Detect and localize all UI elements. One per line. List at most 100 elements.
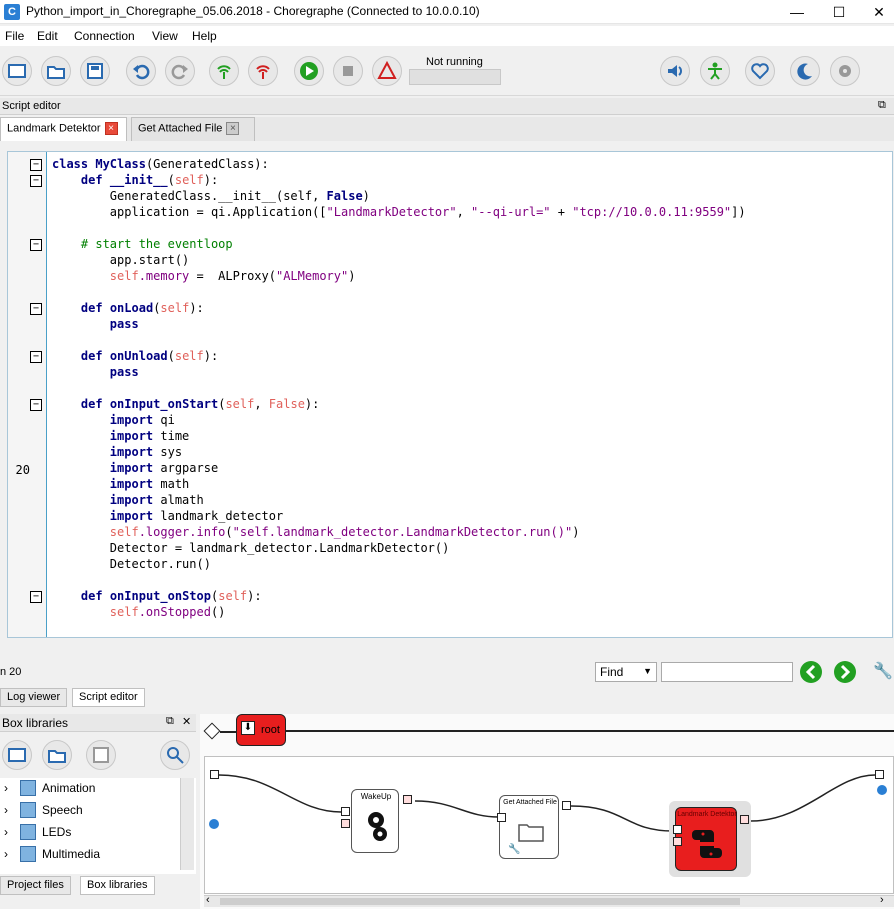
landmark-output-port[interactable] [740,815,749,824]
find-previous-button[interactable] [800,661,822,683]
code-line: import time [109,429,190,443]
box-label: WakeUp [360,792,392,801]
undock-icon[interactable]: ⧉ [878,99,886,112]
fold-toggle[interactable]: − [30,239,42,251]
volume-icon[interactable] [660,56,690,86]
code-line: self.memory = ALProxy("ALMemory") [109,269,356,283]
find-next-button[interactable] [834,661,856,683]
chevron-right-icon[interactable]: › [880,894,884,906]
tab-box-libraries[interactable]: Box libraries [80,876,155,895]
add-input-icon[interactable] [209,819,219,829]
landmark-stop-port[interactable] [673,837,682,846]
box-landmark-detektor[interactable]: Landmark Detektor [675,807,737,871]
folder-icon [20,802,36,818]
settings-icon[interactable] [830,56,860,86]
search-icon[interactable] [160,740,190,770]
stop-icon[interactable] [333,56,363,86]
box-get-attached-file[interactable]: Get Attached File 🔧 [499,795,559,859]
folder-icon [518,824,544,842]
tab-landmark-detektor[interactable]: Landmark Detektor × [0,117,127,141]
getfile-output-port[interactable] [562,801,571,810]
tab-log-viewer[interactable]: Log viewer [0,688,68,707]
title-bar: C Python_import_in_Choregraphe_05.06.201… [0,0,894,24]
getfile-input-port[interactable] [497,813,506,822]
minimize-button[interactable]: — [782,2,812,22]
box-label: Get Attached File [503,799,557,806]
box-libraries-header: Box libraries ⧉ ✕ [0,714,196,732]
close-button[interactable]: ✕ [864,2,894,22]
warning-icon[interactable] [372,56,402,86]
open-icon[interactable] [41,56,71,86]
library-item-speech[interactable]: › Speech [0,800,180,821]
fold-toggle[interactable]: − [30,351,42,363]
undock-icon[interactable]: ⧉ [166,715,174,728]
redo-icon[interactable] [165,56,195,86]
code-editor[interactable]: 20 − − − − − − − class MyClass(Generated… [7,151,893,638]
tab-script-editor[interactable]: Script editor [72,688,145,707]
library-item-leds[interactable]: › LEDs [0,822,180,843]
fold-toggle[interactable]: − [30,303,42,315]
wakeup-stop-port[interactable] [341,819,350,828]
new-icon[interactable] [2,56,32,86]
scrollbar-thumb[interactable] [220,898,740,905]
stopped-output-port[interactable] [875,770,884,779]
play-icon[interactable] [294,56,324,86]
save-icon[interactable] [80,56,110,86]
new-library-icon[interactable] [2,740,32,770]
open-library-icon[interactable] [42,740,72,770]
library-item-multimedia[interactable]: › Multimedia [0,844,180,865]
tab-project-files[interactable]: Project files [0,876,71,895]
script-editor-header: Script editor ⧉ [0,98,894,115]
wrench-icon[interactable]: 🔧 [873,661,893,683]
timeline-line [286,730,894,732]
heart-icon[interactable] [745,56,775,86]
code-line: import almath [109,493,204,507]
tab-get-attached-file[interactable]: Get Attached File × [131,117,255,141]
posture-icon[interactable] [700,56,730,86]
box-libraries-title: Box libraries [2,716,69,730]
code-line: import sys [109,445,183,459]
add-output-icon[interactable] [877,785,887,795]
wakeup-output-port[interactable] [403,795,412,804]
close-icon[interactable]: × [104,122,118,135]
fold-toggle[interactable]: − [30,591,42,603]
moon-icon[interactable] [790,56,820,86]
flow-canvas[interactable]: WakeUp Get Attached File 🔧 Landmark Dete… [204,756,894,894]
landmark-input-port[interactable] [673,825,682,834]
folder-icon [20,846,36,862]
connect-icon[interactable] [209,56,239,86]
close-icon[interactable]: ✕ [182,715,191,728]
find-input[interactable] [661,662,793,682]
library-item-animation[interactable]: › Animation [0,778,180,799]
fold-toggle[interactable]: − [30,175,42,187]
code-line: pass [109,317,139,331]
flow-scrollbar[interactable]: ‹ › [204,894,894,907]
root-label: root [261,724,280,736]
menu-edit[interactable]: Edit [37,29,58,43]
undo-icon[interactable] [126,56,156,86]
fold-toggle[interactable]: − [30,159,42,171]
find-dropdown[interactable]: Find ▼ [595,662,657,682]
menu-view[interactable]: View [152,29,178,43]
maximize-button[interactable]: ☐ [824,2,854,22]
menu-help[interactable]: Help [192,29,217,43]
menu-file[interactable]: File [5,29,24,43]
library-scrollbar[interactable] [180,778,194,870]
box-wakeup[interactable]: WakeUp [351,789,399,853]
find-dropdown-value: Find [600,665,624,679]
save-library-icon[interactable] [86,740,116,770]
menu-connection[interactable]: Connection [74,29,135,43]
wakeup-input-port[interactable] [341,807,350,816]
fold-toggle[interactable]: − [30,399,42,411]
disconnect-icon[interactable] [248,56,278,86]
window-title: Python_import_in_Choregraphe_05.06.2018 … [26,4,480,18]
start-input-port[interactable] [210,770,219,779]
wrench-icon: 🔧 [508,844,521,855]
close-icon[interactable]: × [226,122,240,135]
code-line: Detector = landmark_detector.LandmarkDet… [52,541,450,555]
chevron-left-icon[interactable]: ‹ [206,894,210,906]
code-line: def onLoad(self): [80,301,204,315]
root-box[interactable]: ⬇ root [236,714,286,746]
code-line: self.onStopped() [109,605,226,619]
tab-label: Get Attached File [138,122,223,135]
